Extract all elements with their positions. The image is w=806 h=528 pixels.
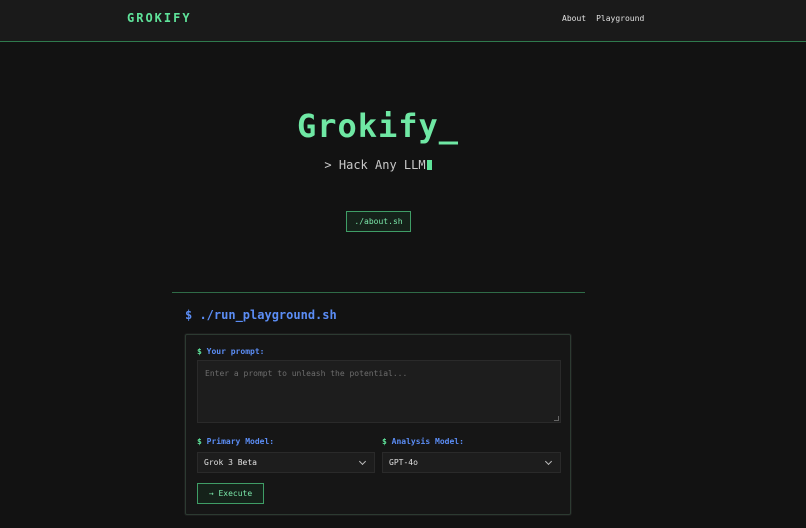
prompt-label-text: Your prompt: [206,347,265,356]
about-button[interactable]: ./about.sh [346,211,411,232]
analysis-model-label-text: Analysis Model: [391,437,464,446]
top-nav: About Playground [562,14,644,23]
resize-handle-icon[interactable] [554,416,559,421]
playground-panel: $ Your prompt: $ Primary Model: Grok 3 B… [185,334,571,515]
chevron-down-icon [544,457,553,466]
primary-model-select[interactable]: Grok 3 Beta [197,452,375,473]
primary-model-label: $ Primary Model: [197,437,274,446]
playground-title: $ ./run_playground.sh [185,308,337,322]
dollar-sign: $ [197,347,202,356]
hero-title: Grokify_ [296,107,460,145]
tagline-text: > Hack Any LLM [324,158,426,172]
top-header: GROKIFY About Playground [0,0,806,42]
execute-button[interactable]: → Execute [197,483,264,504]
nav-playground[interactable]: Playground [596,14,644,23]
chevron-down-icon [358,457,367,466]
logo[interactable]: GROKIFY [127,11,192,25]
cursor-block-icon [426,160,432,170]
prompt-label: $ Your prompt: [197,347,264,356]
analysis-model-select[interactable]: GPT-4o [382,452,561,473]
dollar-sign: $ [197,437,202,446]
analysis-model-value: GPT-4o [389,458,418,467]
dollar-sign: $ [382,437,387,446]
hero-tagline: > Hack Any LLM [0,158,756,172]
nav-about[interactable]: About [562,14,586,23]
section-divider [172,292,585,293]
primary-model-value: Grok 3 Beta [204,458,257,467]
analysis-model-label: $ Analysis Model: [382,437,464,446]
primary-model-label-text: Primary Model: [206,437,275,446]
prompt-input[interactable] [197,360,561,423]
